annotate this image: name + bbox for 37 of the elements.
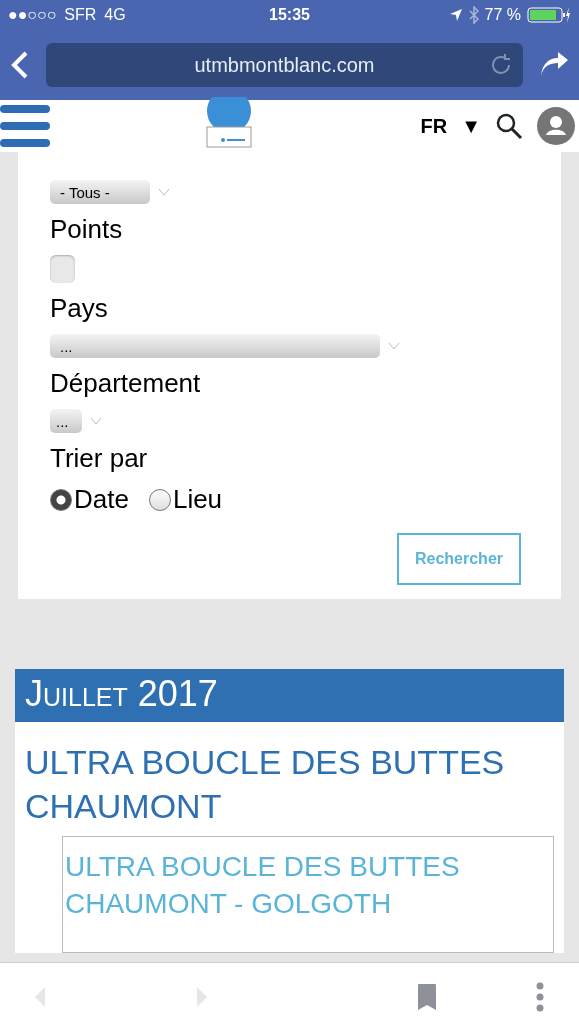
user-avatar-icon[interactable] xyxy=(537,107,575,145)
bluetooth-icon xyxy=(468,6,479,24)
utmb-logo-drawing[interactable] xyxy=(205,97,253,149)
reload-icon[interactable] xyxy=(489,53,513,77)
caret-icon[interactable]: ▼ xyxy=(461,114,481,138)
radio-label[interactable]: Date xyxy=(74,484,129,515)
radio-button[interactable] xyxy=(50,488,72,511)
field-label: Trier par xyxy=(50,443,148,474)
month-select[interactable]: - Tous - xyxy=(50,180,150,204)
more-icon[interactable] xyxy=(535,982,545,1012)
carrier: SFR xyxy=(64,6,97,24)
location-arrow-icon xyxy=(448,8,463,22)
clock: 15:35 xyxy=(269,6,310,24)
share-icon[interactable] xyxy=(539,52,569,78)
department-select[interactable]: ... xyxy=(50,409,82,433)
field-label: Pays xyxy=(50,293,108,324)
month-header: Juillet 2017 xyxy=(15,669,564,722)
event-title[interactable]: ULTRA BOUCLE DES BUTTES CHAUMONT xyxy=(25,740,554,829)
address-bar[interactable]: utmbmontblanc.com xyxy=(46,43,523,87)
country-select[interactable]: ... xyxy=(50,334,380,358)
battery-percent: 77 % xyxy=(484,6,521,24)
field-label: Département xyxy=(50,368,201,399)
chevron-icon xyxy=(90,417,102,425)
points-checkbox[interactable] xyxy=(50,255,75,283)
search-icon[interactable] xyxy=(495,112,523,140)
menu-icon[interactable] xyxy=(0,105,50,147)
bookmark-icon[interactable] xyxy=(416,983,437,1011)
back-icon[interactable] xyxy=(10,50,30,80)
chevron-icon xyxy=(158,188,170,196)
chevron-icon xyxy=(388,342,400,350)
network-type: 4G xyxy=(104,6,126,24)
radio-button[interactable] xyxy=(148,488,171,511)
field-label: Points xyxy=(50,214,123,245)
language-selector[interactable]: FR xyxy=(420,114,448,138)
radio-label[interactable]: Lieu xyxy=(172,484,223,515)
battery-icon xyxy=(527,6,571,24)
signal-dots: ●●○○○ xyxy=(8,6,57,24)
